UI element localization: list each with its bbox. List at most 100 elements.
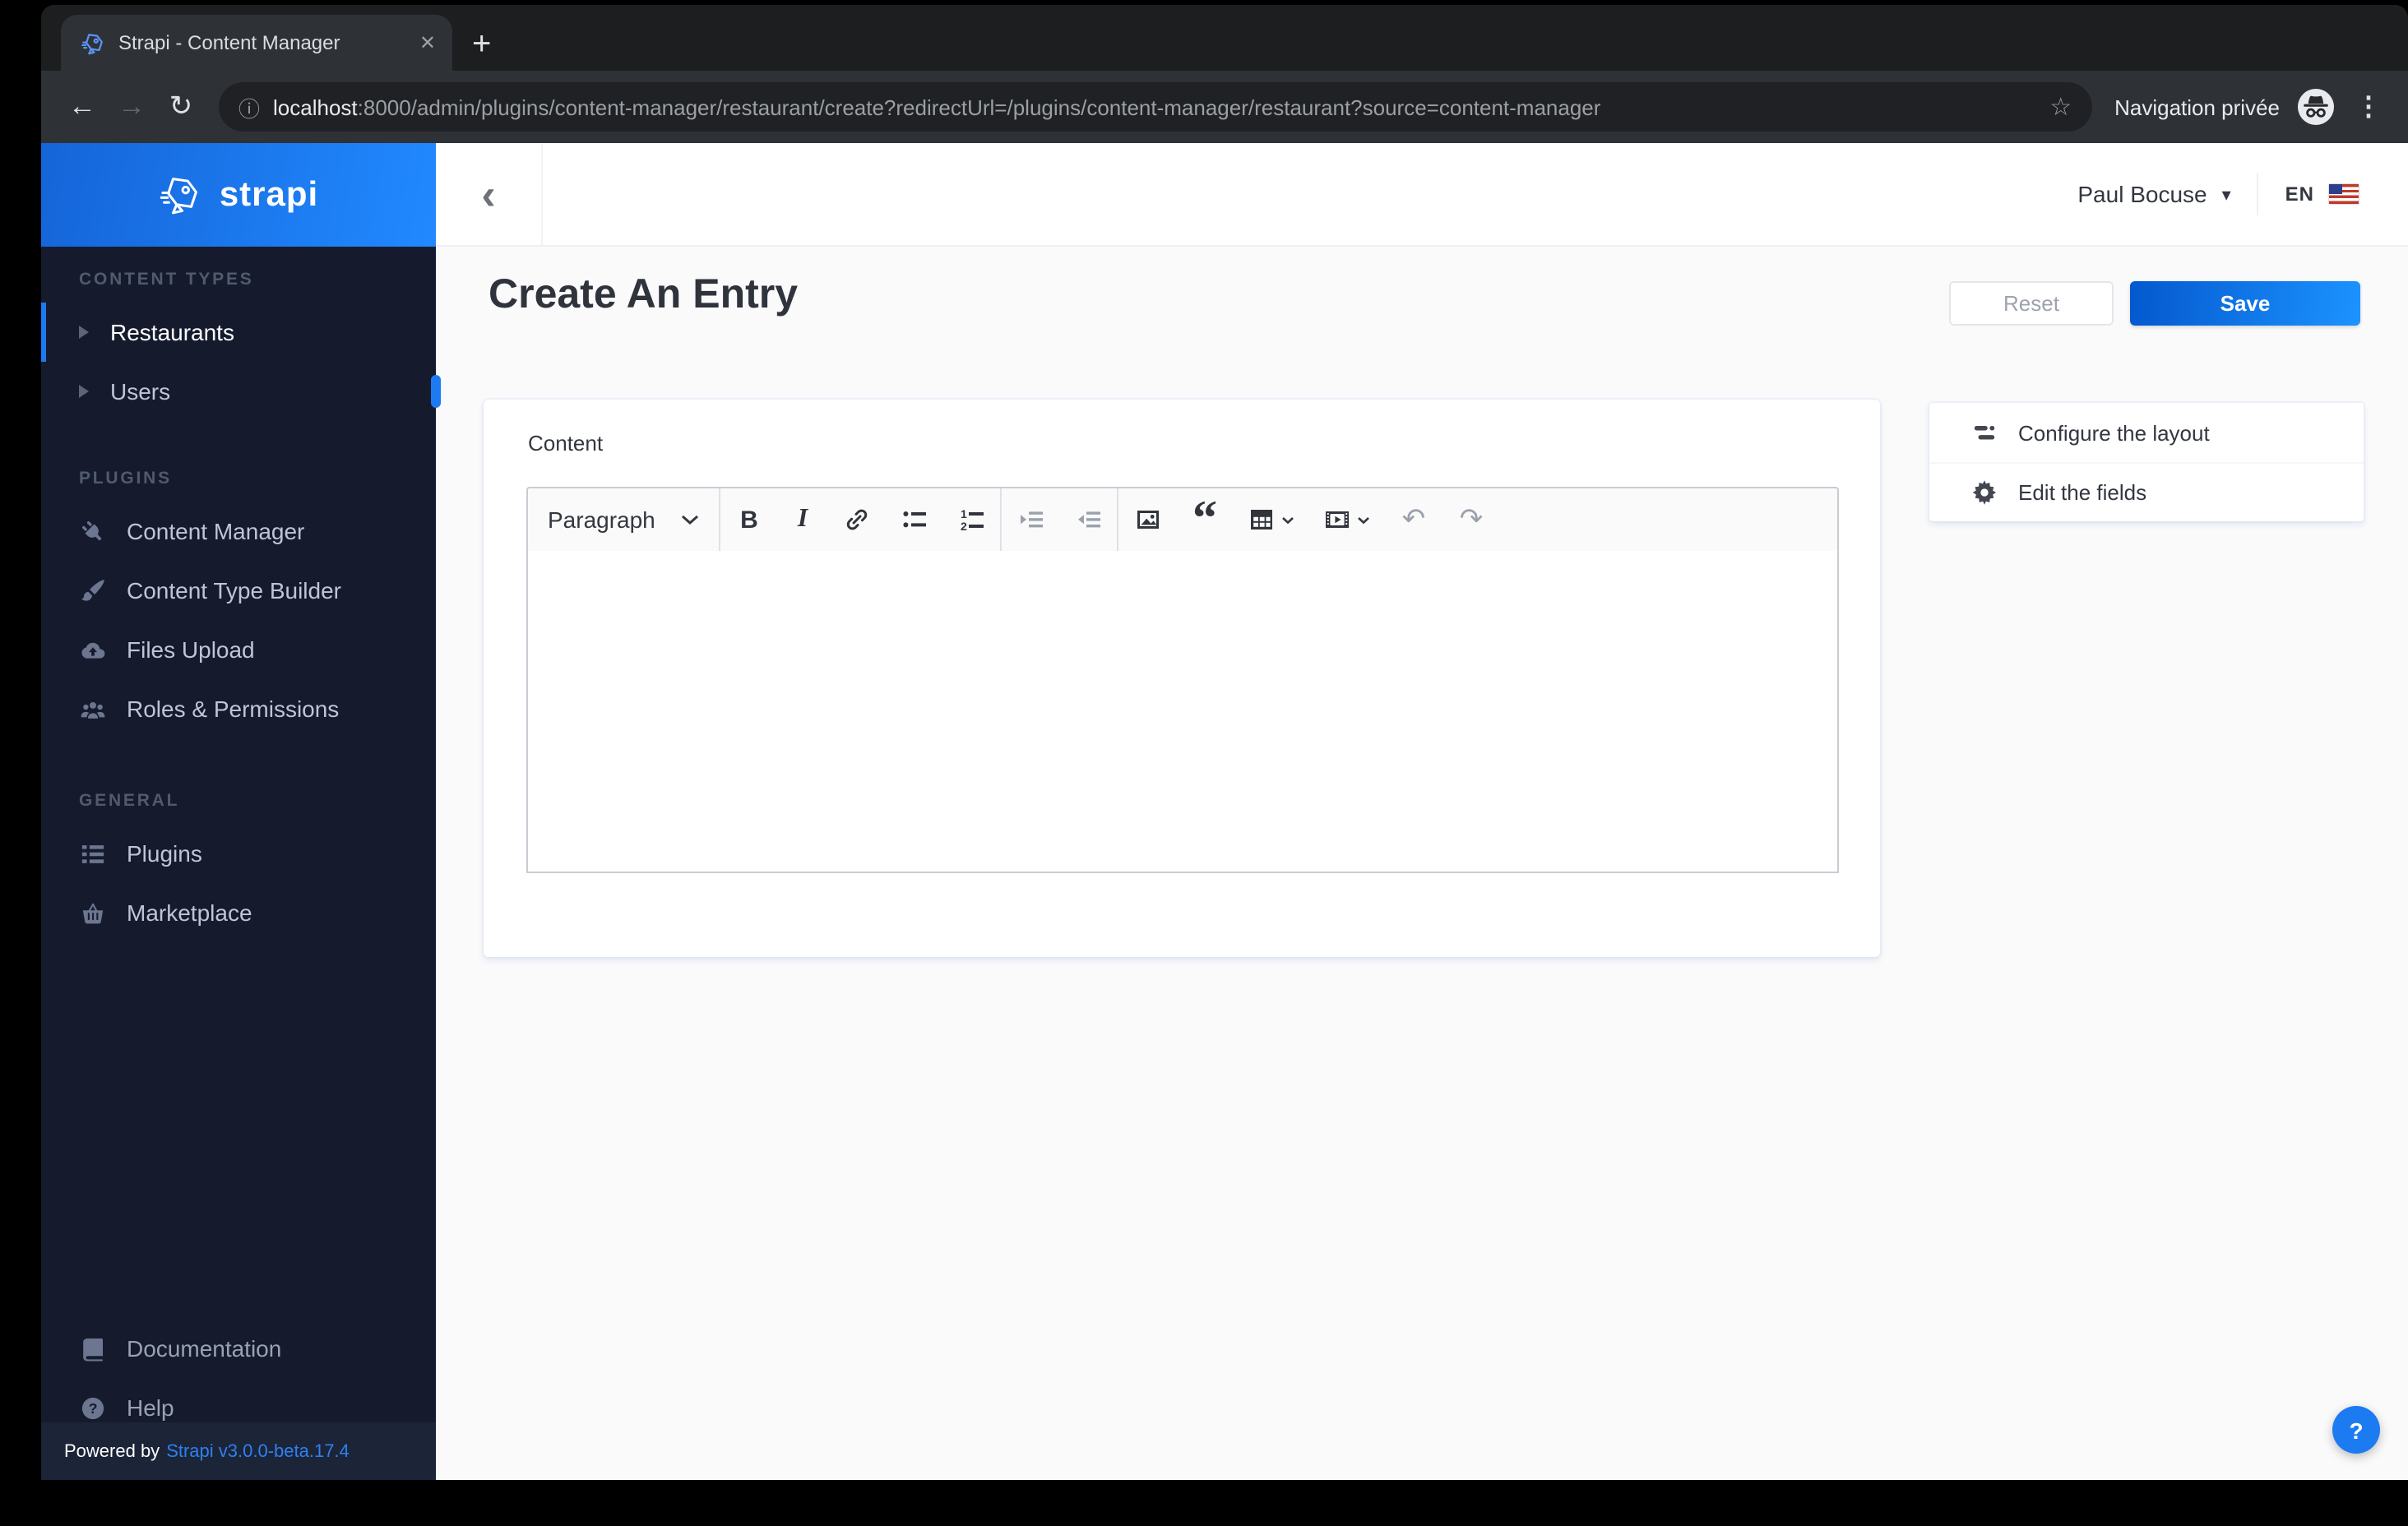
edit-fields-link[interactable]: Edit the fields	[1929, 462, 2364, 521]
save-button[interactable]: Save	[2130, 281, 2360, 326]
sidebar-item-label: Users	[110, 378, 171, 405]
browser-tab[interactable]: Strapi - Content Manager ✕	[61, 15, 452, 71]
desktop: Strapi - Content Manager ✕ + ← → ↻ ⓘ loc…	[0, 0, 2408, 1526]
reload-icon[interactable]: ↻	[156, 82, 206, 132]
sidebar-item-users[interactable]: Users	[41, 362, 436, 421]
sidebar: strapi CONTENT TYPES Restaurants Users P…	[41, 143, 441, 1480]
sidebar-item-label: Documentation	[127, 1335, 282, 1362]
configure-layout-label: Configure the layout	[2018, 420, 2210, 445]
gear-icon	[1972, 480, 1997, 505]
blockquote-button[interactable]: “	[1176, 487, 1234, 553]
browser-menu-icon[interactable]: ⋮	[2355, 90, 2382, 123]
sidebar-item-roles-permissions[interactable]: Roles & Permissions	[41, 679, 436, 738]
locale-label[interactable]: EN	[2285, 183, 2314, 206]
numbered-list-button[interactable]: 12	[942, 488, 1000, 551]
users-group-icon	[79, 696, 105, 722]
us-flag-icon[interactable]	[2329, 184, 2359, 204]
insert-media-button[interactable]	[1309, 488, 1385, 551]
media-icon	[1326, 511, 1349, 528]
editor-toolbar: Paragraph B I 12 “ ↶ ↷	[526, 487, 1839, 553]
italic-button[interactable]: I	[778, 488, 827, 551]
reset-button[interactable]: Reset	[1949, 281, 2114, 326]
sidebar-bottom: Documentation ? Help	[41, 1319, 436, 1437]
bookmark-star-icon[interactable]: ☆	[2049, 92, 2072, 122]
site-info-icon[interactable]: ⓘ	[238, 91, 260, 123]
browser-toolbar: ← → ↻ ⓘ localhost:8000/admin/plugins/con…	[41, 71, 2408, 143]
sidebar-item-plugins[interactable]: Plugins	[41, 824, 436, 883]
section-general: GENERAL	[79, 791, 180, 811]
address-bar[interactable]: ⓘ localhost:8000/admin/plugins/content-m…	[219, 82, 2092, 132]
outdent-button[interactable]	[1059, 488, 1117, 551]
undo-button[interactable]: ↶	[1385, 488, 1442, 551]
paragraph-dropdown[interactable]: Paragraph	[528, 488, 719, 551]
content-card: Content Paragraph B I 12 “ ↶ ↷	[484, 400, 1880, 957]
sidebar-item-label: Marketplace	[127, 899, 252, 926]
forward-icon[interactable]: →	[107, 82, 156, 132]
brand-name: strapi	[219, 175, 319, 213]
svg-text:?: ?	[88, 1399, 97, 1416]
sidebar-item-documentation[interactable]: Documentation	[41, 1319, 436, 1378]
app-header: ‹ Paul Bocuse ▾ EN	[436, 143, 2408, 247]
indent-icon	[1020, 511, 1042, 528]
strapi-version-link[interactable]: Strapi v3.0.0-beta.17.4	[166, 1441, 350, 1461]
sidebar-item-content-manager[interactable]: Content Manager	[41, 502, 436, 561]
outdent-icon	[1077, 511, 1100, 528]
bold-button[interactable]: B	[720, 488, 778, 551]
sidebar-footer: Powered by Strapi v3.0.0-beta.17.4	[41, 1422, 436, 1480]
collapse-sidebar-icon[interactable]: ‹	[436, 173, 541, 215]
user-menu[interactable]: Paul Bocuse	[2077, 181, 2207, 207]
tab-title: Strapi - Content Manager	[118, 31, 340, 54]
header-divider	[541, 143, 543, 245]
sidebar-item-label: Files Upload	[127, 636, 255, 663]
sidebar-item-marketplace[interactable]: Marketplace	[41, 883, 436, 942]
url-path: :8000/admin/plugins/content-manager/rest…	[357, 95, 1601, 119]
incognito-label: Navigation privée	[2114, 95, 2280, 119]
section-plugins: PLUGINS	[79, 469, 172, 488]
indent-button[interactable]	[1002, 488, 1059, 551]
layout-icon	[1972, 420, 1997, 445]
back-icon[interactable]: ←	[58, 82, 107, 132]
strapi-favicon-icon	[81, 33, 103, 54]
page-title: Create An Entry	[489, 271, 799, 317]
sidebar-item-label: Plugins	[127, 840, 202, 867]
configure-layout-link[interactable]: Configure the layout	[1929, 403, 2364, 462]
incognito-icon	[2298, 89, 2334, 125]
image-icon	[1137, 511, 1158, 529]
header-right: Paul Bocuse ▾ EN	[2077, 173, 2408, 215]
svg-text:2: 2	[960, 520, 966, 533]
plugins-list: Content Manager Content Type Builder Fil…	[41, 502, 436, 738]
caret-right-icon	[79, 326, 89, 339]
field-label: Content	[528, 431, 604, 455]
list-icon	[79, 840, 105, 867]
sidebar-item-content-type-builder[interactable]: Content Type Builder	[41, 561, 436, 620]
caret-right-icon	[79, 385, 89, 398]
new-tab-button[interactable]: +	[472, 28, 491, 61]
sidebar-item-label: Help	[127, 1394, 174, 1421]
strapi-logo[interactable]: strapi	[41, 143, 436, 247]
cloud-upload-icon	[79, 636, 105, 663]
sidebar-item-label: Content Manager	[127, 518, 305, 544]
sidebar-item-files-upload[interactable]: Files Upload	[41, 620, 436, 679]
link-button[interactable]	[827, 488, 885, 551]
insert-table-button[interactable]	[1234, 488, 1309, 551]
section-content-types: CONTENT TYPES	[79, 270, 254, 289]
paint-brush-icon	[79, 577, 105, 603]
powered-by-label: Powered by	[64, 1441, 160, 1461]
insert-image-button[interactable]	[1118, 488, 1176, 551]
chevron-down-icon	[1358, 516, 1369, 524]
main-area: ‹ Paul Bocuse ▾ EN Create An Entry Reset…	[436, 143, 2408, 1480]
table-icon	[1251, 510, 1272, 529]
help-button[interactable]: ?	[2332, 1406, 2380, 1454]
edit-fields-label: Edit the fields	[2018, 480, 2147, 505]
sidebar-item-restaurants[interactable]: Restaurants	[41, 303, 436, 362]
bulleted-list-button[interactable]	[885, 488, 942, 551]
shopping-basket-icon	[79, 899, 105, 926]
chevron-down-icon	[682, 514, 698, 525]
redo-button[interactable]: ↷	[1442, 488, 1500, 551]
chevron-down-icon	[1282, 516, 1294, 524]
rich-text-editor[interactable]	[526, 551, 1839, 873]
tab-close-icon[interactable]: ✕	[419, 31, 436, 54]
bulleted-list-icon	[902, 511, 925, 528]
chevron-down-icon[interactable]: ▾	[2222, 183, 2231, 205]
url-text[interactable]: localhost:8000/admin/plugins/content-man…	[273, 95, 2036, 119]
